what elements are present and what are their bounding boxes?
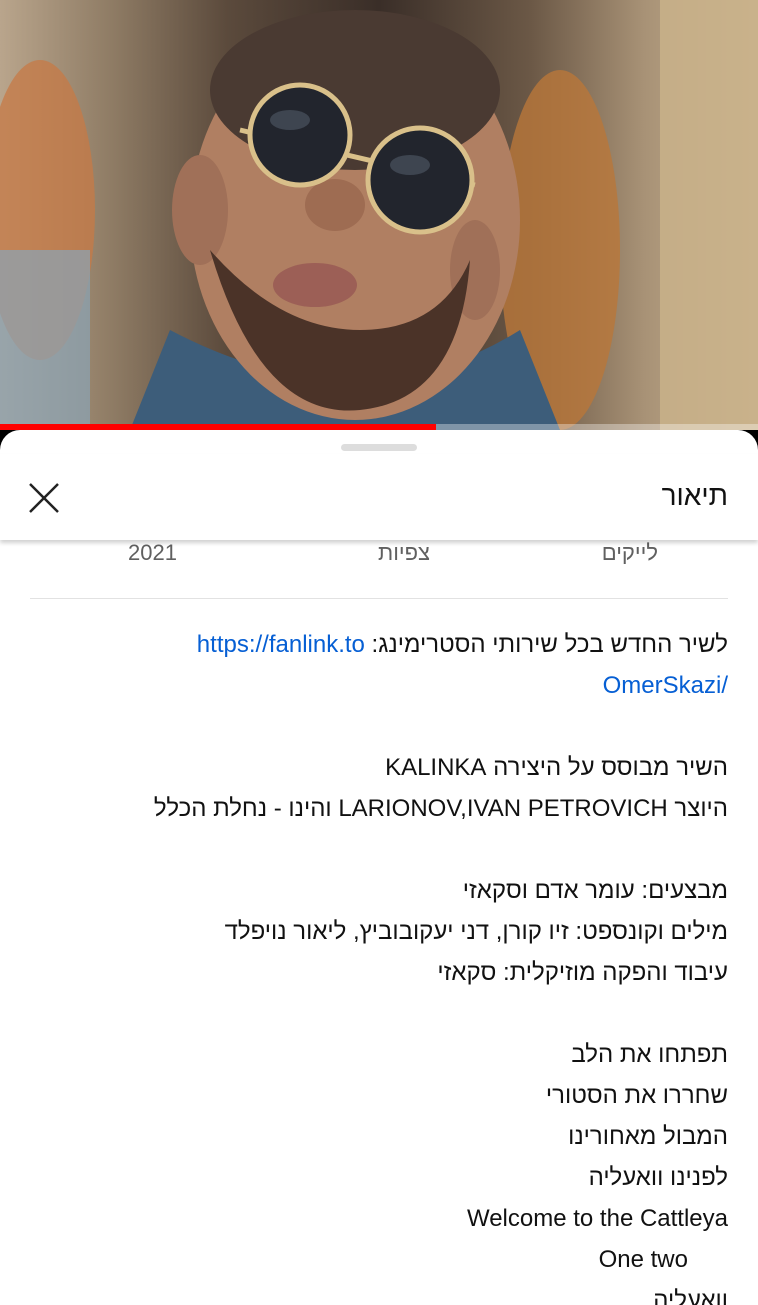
based-on-line: השיר מבוסס על היצירה KALINKA — [385, 754, 728, 781]
video-player[interactable] — [0, 0, 758, 430]
lyric-line: One two — [598, 1246, 688, 1273]
description-line-streaming: לשיר החדש בכל שירותי הסטרימינג: https://… — [28, 624, 728, 665]
fanlink-link[interactable]: https://fanlink.to — [197, 631, 365, 658]
video-frame — [0, 0, 758, 430]
stats-row: לייקים צפיות 2021 — [0, 540, 758, 572]
streaming-lead: לשיר החדש בכל שירותי הסטרימינג: — [364, 631, 728, 658]
performers-line: מבצעים: עומר אדם וסקאזי — [462, 877, 728, 904]
lyric-line: לפנינו וואעליה — [588, 1164, 728, 1191]
lyrics-concept-line: מילים וקונספט: זיו קורן, דני יעקובוביץ, … — [224, 918, 728, 945]
lyric-line: שחררו את הסטורי — [545, 1082, 728, 1109]
lyric-line: Welcome to the Cattleya — [466, 1205, 728, 1232]
year-label: 2021 — [128, 540, 177, 565]
production-line: עיבוד והפקה מוזיקלית: סקאזי — [437, 959, 728, 986]
lyric-line: המבול מאחורינו — [568, 1123, 728, 1150]
likes-label: לייקים — [601, 540, 658, 565]
composer-line: היוצר LARIONOV,IVAN PETROVICH והינו - נח… — [153, 795, 728, 822]
close-icon[interactable] — [24, 478, 64, 518]
views-label: צפיות — [378, 540, 431, 565]
lyric-line: וואעליה — [653, 1287, 728, 1305]
panel-header: תיאור — [0, 454, 758, 540]
fanlink-link-continued[interactable]: /OmerSkazi — [603, 672, 728, 699]
description-line-link: /OmerSkazi — [28, 665, 728, 706]
divider — [30, 598, 728, 599]
lyric-line: תפתחו את הלב — [571, 1041, 728, 1068]
panel-title: תיאור — [661, 480, 728, 511]
drag-handle[interactable] — [341, 444, 417, 451]
description-text: לשיר החדש בכל שירותי הסטרימינג: https://… — [28, 624, 728, 1305]
description-panel: תיאור לייקים צפיות 2021 לשיר החדש בכל שי… — [0, 430, 758, 1305]
